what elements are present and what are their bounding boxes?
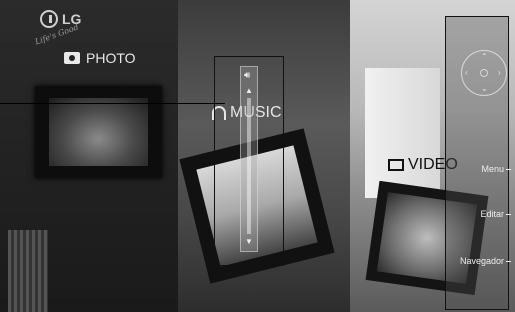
menu-option-dash <box>506 169 511 171</box>
pointer-line <box>0 103 225 104</box>
curtain-decoration <box>8 230 48 312</box>
edit-option-label: Editar <box>480 209 504 219</box>
volume-level-bar <box>247 98 251 234</box>
menu-option[interactable]: Menu <box>481 164 511 174</box>
volume-up-arrow-icon[interactable]: ▲ <box>245 86 253 95</box>
navigator-option[interactable]: Navegador <box>460 256 511 266</box>
photo-menu-item[interactable]: PHOTO <box>64 50 136 66</box>
edit-option-dash <box>506 214 511 216</box>
dpad-up-icon[interactable]: ⌃ <box>481 52 488 61</box>
window-light <box>365 68 440 198</box>
photo-thumbnail <box>49 98 148 166</box>
dpad-down-icon[interactable]: ⌄ <box>481 84 488 93</box>
edit-option[interactable]: Editar <box>480 209 511 219</box>
photo-frame[interactable] <box>35 86 162 178</box>
navigator-option-label: Navegador <box>459 256 504 266</box>
app-screen: LG Life's Good PHOTO MUSIC 🔊︎ ▲ ▼ VIDEO … <box>0 0 515 312</box>
navigator-option-dash <box>506 261 511 263</box>
dpad-center-button[interactable] <box>480 69 488 77</box>
volume-down-arrow-icon[interactable]: ▼ <box>245 237 253 246</box>
dpad-right-icon[interactable]: › <box>498 68 501 77</box>
tv-icon <box>388 159 404 171</box>
photo-label: PHOTO <box>86 50 136 66</box>
camera-icon <box>64 52 80 64</box>
lg-logo-icon <box>40 10 58 28</box>
menu-option-label: Menu <box>481 164 504 174</box>
speaker-icon: 🔊︎ <box>244 70 251 81</box>
dpad-left-icon[interactable]: ‹ <box>465 68 468 77</box>
